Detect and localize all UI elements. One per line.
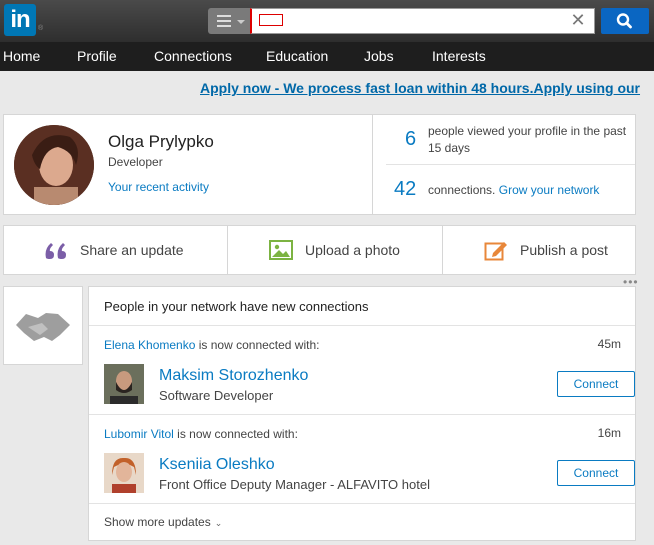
connection-photo [104,453,144,493]
profile-views-text: people viewed your profile in the past 1… [428,124,627,155]
nav-connections[interactable]: Connections [154,42,232,71]
profile-views-count[interactable]: 6 [405,128,416,151]
connect-button[interactable]: Connect [557,460,635,486]
search-icon [616,13,632,29]
search-input[interactable] [250,8,595,34]
connection-source: Elena Khomenko is now connected with: [104,338,319,352]
connect-button[interactable]: Connect [557,371,635,397]
feed-divider [89,414,635,415]
feed-divider [89,503,635,504]
show-more-label: Show more updates [104,515,211,529]
search-category-menu-button[interactable] [208,8,250,34]
connection-photo [104,364,144,404]
connection-source: Lubomir Vitol is now connected with: [104,427,298,441]
timestamp: 45m [597,337,621,351]
network-updates-card: People in your network have new connecti… [88,286,636,541]
registered-mark: ® [38,25,44,32]
show-more-updates-link[interactable]: Show more updates ⌄ [104,515,222,529]
clear-search-icon[interactable]: ✕ [569,9,587,31]
publish-post-button[interactable]: Publish a post [484,226,608,274]
quote-icon [45,243,66,259]
profile-card: Olga Prylypko Developer Your recent acti… [3,114,636,215]
connection-name[interactable]: Kseniia Oleshko [159,456,275,474]
connection-avatar[interactable] [104,453,144,493]
chevron-down-icon: ⌄ [214,518,223,528]
edit-icon [484,242,507,261]
top-bar: in ® ✕ [0,0,654,42]
caret-down-icon [237,20,245,24]
connections-label: connections. [428,183,496,197]
grow-network-link[interactable]: Grow your network [499,183,600,197]
network-update-icon-tile [3,286,83,365]
publish-post-label: Publish a post [520,242,608,258]
connection-source-suffix: is now connected with: [198,338,320,352]
share-update-button[interactable]: Share an update [44,226,184,274]
share-separator [227,226,228,274]
upload-photo-label: Upload a photo [305,242,400,258]
recent-activity-link[interactable]: Your recent activity [108,180,209,194]
upload-photo-button[interactable]: Upload a photo [269,226,400,274]
nav-jobs[interactable]: Jobs [364,42,394,71]
profile-title: Developer [108,155,163,169]
menu-icon [217,15,231,27]
timestamp: 16m [597,426,621,440]
image-icon [269,240,293,260]
profile-divider [372,115,373,214]
handshake-icon [16,313,70,341]
ad-link[interactable]: Apply now - We process fast loan within … [200,80,654,96]
main-nav: Home Profile Connections Education Jobs … [0,42,654,71]
connection-role: Front Office Deputy Manager - ALFAVITO h… [159,477,430,492]
connection-role: Software Developer [159,388,274,403]
nav-profile[interactable]: Profile [77,42,117,71]
connection-source-suffix: is now connected with: [177,427,298,441]
nav-home[interactable]: Home [3,42,40,71]
connection-source-name[interactable]: Lubomir Vitol [104,427,174,441]
connections-count[interactable]: 42 [394,178,416,201]
connection-avatar[interactable] [104,364,144,404]
stats-divider [386,164,635,165]
connection-source-name[interactable]: Elena Khomenko [104,338,195,352]
connections-text: connections. Grow your network [428,182,599,199]
nav-education[interactable]: Education [266,42,328,71]
avatar[interactable] [14,125,94,205]
share-update-label: Share an update [80,242,184,258]
feed-header: People in your network have new connecti… [104,299,369,314]
linkedin-logo[interactable]: in [4,4,36,36]
avatar-photo [14,125,94,205]
nav-interests[interactable]: Interests [432,42,486,71]
share-separator [442,226,443,274]
search-button[interactable] [601,8,649,34]
feed-divider [89,325,635,326]
profile-name[interactable]: Olga Prylypko [108,132,214,152]
connection-name[interactable]: Maksim Storozhenko [159,367,308,385]
share-bar: Share an update Upload a photo Publish a… [3,225,636,275]
